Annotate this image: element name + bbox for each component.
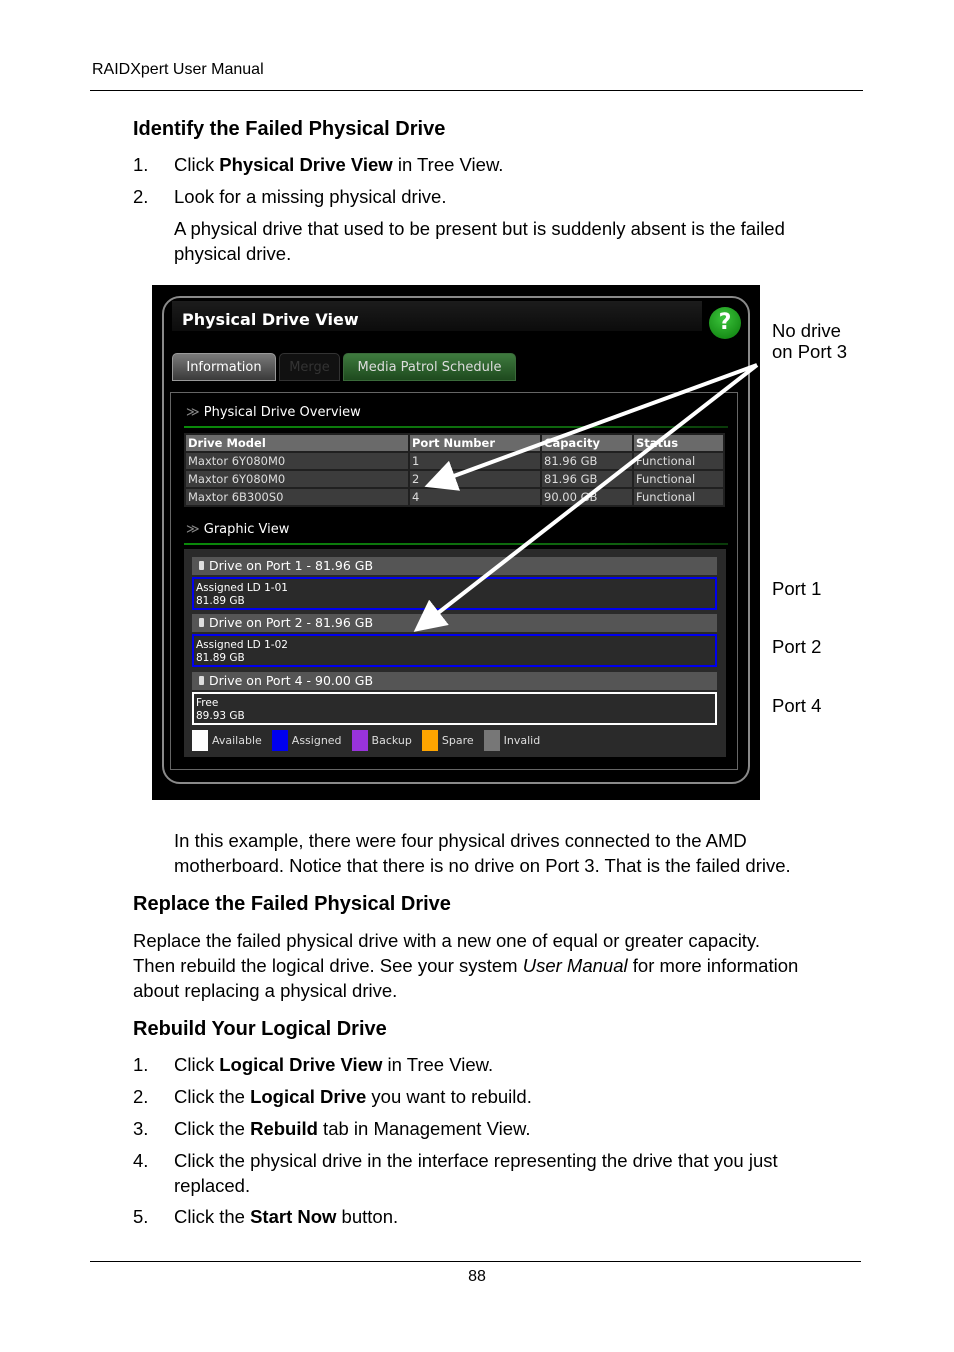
arrow-to-table-row — [424, 363, 758, 491]
footer-rule — [90, 1261, 861, 1262]
callout-port-1: Port 1 — [772, 578, 822, 599]
step-number: 4. — [133, 1150, 149, 1171]
step-number: 2. — [133, 1086, 149, 1107]
step-text: replaced. — [174, 1175, 251, 1196]
step-text: Click the Start Now button. — [174, 1206, 399, 1227]
example-line: motherboard. Notice that there is no dri… — [174, 855, 791, 876]
heading-rebuild: Rebuild Your Logical Drive — [133, 1018, 387, 1040]
heading-replace: Replace the Failed Physical Drive — [133, 893, 451, 915]
callout-port-2: Port 2 — [772, 636, 822, 657]
step-text: Click the physical drive in the interfac… — [174, 1150, 778, 1171]
callout-no-drive: No drive on Port 3 — [772, 320, 847, 362]
step-text: Click Logical Drive View in Tree View. — [174, 1054, 494, 1075]
callout-line: No drive — [772, 320, 841, 341]
paragraph-line: about replacing a physical drive. — [133, 980, 398, 1001]
step-number: 5. — [133, 1206, 149, 1227]
callout-port-4: Port 4 — [772, 695, 822, 716]
step-text: Click the Rebuild tab in Management View… — [174, 1118, 531, 1139]
paragraph-line: Replace the failed physical drive with a… — [133, 930, 760, 951]
page-number: 88 — [468, 1268, 486, 1285]
step-number: 1. — [133, 1054, 149, 1075]
callout-line: on Port 3 — [772, 341, 848, 362]
step-number: 3. — [133, 1118, 149, 1139]
example-line: In this example, there were four physica… — [174, 830, 747, 851]
paragraph-line: Then rebuild the logical drive. See your… — [133, 955, 799, 976]
arrow-to-graphic-drive — [413, 363, 759, 632]
step-text: Click the Logical Drive you want to rebu… — [174, 1086, 532, 1107]
